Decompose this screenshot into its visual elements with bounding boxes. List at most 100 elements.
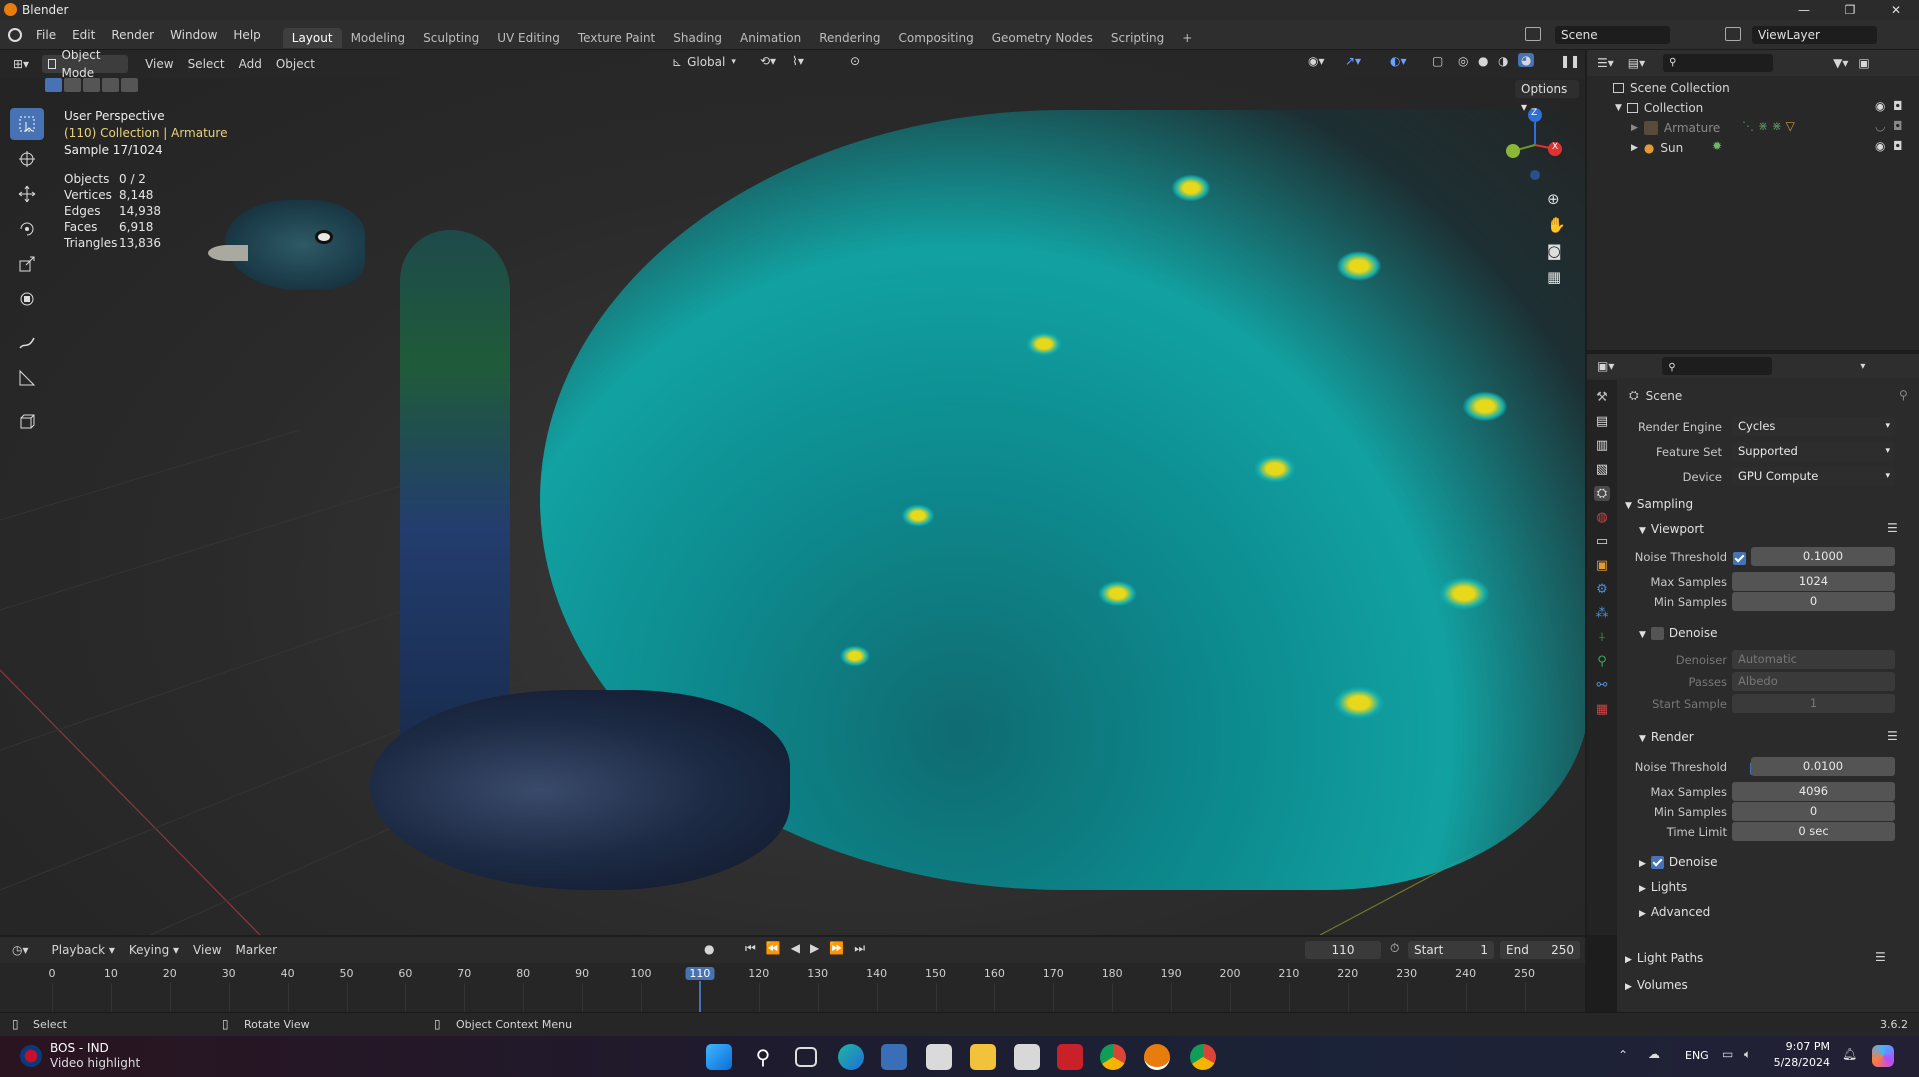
- rendered-shading-icon[interactable]: ◕: [1518, 53, 1535, 67]
- vp-noise-threshold-checkbox[interactable]: [1733, 552, 1746, 565]
- constraints-tab-icon[interactable]: ⚲: [1597, 654, 1607, 669]
- transform-orientation-dropdown[interactable]: ⊾ Global ▾: [672, 55, 736, 69]
- tab-scripting[interactable]: Scripting: [1102, 28, 1173, 48]
- physics-tab-icon[interactable]: ⍭: [1598, 630, 1606, 645]
- select-mode-buttons[interactable]: [45, 78, 138, 92]
- options-dropdown[interactable]: Options ▾: [1515, 80, 1579, 114]
- expand-arrow-icon[interactable]: ▼: [1615, 103, 1622, 113]
- eye-icon[interactable]: ◉: [1875, 139, 1885, 153]
- select-new-icon[interactable]: [45, 78, 62, 92]
- search-icon[interactable]: ⚲: [750, 1044, 776, 1070]
- proportional-edit-icon[interactable]: ⊙: [850, 54, 860, 68]
- current-frame-field[interactable]: 110: [1305, 941, 1381, 959]
- blender-taskbar-icon[interactable]: [1144, 1044, 1170, 1070]
- task-view-icon[interactable]: [795, 1047, 817, 1067]
- tray-chevron-icon[interactable]: ⌃: [1618, 1048, 1628, 1062]
- r-denoise-subpanel-header[interactable]: ▶ Denoise: [1639, 855, 1717, 869]
- expand-arrow-icon[interactable]: ▶: [1631, 123, 1638, 133]
- menu-file[interactable]: File: [28, 28, 64, 42]
- add-workspace-button[interactable]: +: [1173, 28, 1201, 48]
- clock-date[interactable]: 5/28/2024: [1766, 1056, 1830, 1069]
- tab-shading[interactable]: Shading: [664, 28, 731, 48]
- advanced-subpanel-header[interactable]: ▶ Advanced: [1639, 905, 1710, 919]
- list-menu-icon[interactable]: ☰: [1887, 729, 1898, 743]
- viewport-menu-add[interactable]: Add: [232, 55, 269, 73]
- r-noise-threshold-field[interactable]: 0.0100: [1751, 757, 1895, 776]
- file-explorer-icon[interactable]: [970, 1044, 996, 1070]
- outliner-row-armature[interactable]: ▶ Armature ⋱ ⋇ ⋇ ▽ ◡ ◘: [1587, 118, 1919, 138]
- measure-tool-icon[interactable]: [10, 362, 44, 394]
- chevron-down-icon[interactable]: ▾: [1860, 361, 1865, 372]
- collection-tab-icon[interactable]: ▭: [1596, 534, 1608, 549]
- camera-view-icon[interactable]: ◙: [1547, 242, 1566, 260]
- vp-denoise-checkbox[interactable]: [1650, 627, 1664, 640]
- overlay-toggle-icon[interactable]: ◐▾: [1390, 54, 1407, 68]
- chrome-profile-icon[interactable]: [1190, 1044, 1216, 1070]
- menu-render[interactable]: Render: [103, 28, 162, 42]
- eye-hidden-icon[interactable]: ◡: [1875, 119, 1885, 133]
- viewport-menu-object[interactable]: Object: [269, 55, 322, 73]
- tab-layout[interactable]: Layout: [282, 27, 342, 48]
- timeline-editor-icon[interactable]: ◷▾: [12, 943, 29, 957]
- modifier-tab-icon[interactable]: ⚙: [1596, 582, 1608, 597]
- chrome-icon[interactable]: [1100, 1044, 1126, 1070]
- onedrive-icon[interactable]: ☁: [1648, 1047, 1660, 1061]
- feature-set-dropdown[interactable]: Supported ▾: [1732, 442, 1895, 461]
- render-subpanel-header[interactable]: ▼ Render: [1639, 730, 1694, 744]
- snap-icon[interactable]: ⌇▾: [792, 54, 804, 68]
- viewport-menu-select[interactable]: Select: [181, 55, 232, 73]
- scene-name-field[interactable]: Scene: [1555, 26, 1670, 44]
- material-shading-icon[interactable]: ◑: [1498, 54, 1508, 68]
- sampling-panel-header[interactable]: ▼ Sampling: [1625, 497, 1693, 511]
- notification-bell-icon[interactable]: 🔔︎: [1842, 1047, 1857, 1061]
- app-icon[interactable]: [1014, 1044, 1040, 1070]
- pan-hand-icon[interactable]: ✋: [1547, 216, 1566, 234]
- world-tab-icon[interactable]: ◍: [1596, 510, 1607, 525]
- pin-icon[interactable]: ⚲: [1899, 388, 1908, 402]
- outliner-row-collection[interactable]: ▼ Collection ◉ ◘: [1587, 98, 1919, 118]
- annotate-tool-icon[interactable]: [10, 327, 44, 359]
- select-invert-icon[interactable]: [102, 78, 119, 92]
- jump-start-icon[interactable]: ⏮: [745, 941, 756, 956]
- timeline-ruler[interactable]: 0 10 20 30 40 50 60 70 80 90 100 110 120 130 140 150 160…: [0, 963, 1585, 1012]
- viewport-subpanel-header[interactable]: ▼ Viewport: [1639, 522, 1704, 536]
- rotate-tool-icon[interactable]: [10, 213, 44, 245]
- start-frame-field[interactable]: Start 1: [1408, 941, 1494, 959]
- properties-search-input[interactable]: ⚲: [1662, 357, 1773, 375]
- end-frame-field[interactable]: End 250: [1500, 941, 1580, 959]
- xray-toggle-icon[interactable]: ▢: [1432, 54, 1443, 68]
- object-data-tab-icon[interactable]: ⚯: [1597, 678, 1608, 693]
- start-sample-field[interactable]: 1: [1732, 694, 1895, 713]
- solid-shading-icon[interactable]: ●: [1478, 54, 1488, 68]
- jump-end-icon[interactable]: ⏭: [854, 941, 865, 956]
- add-cube-tool-icon[interactable]: [10, 406, 44, 438]
- snipping-tool-icon[interactable]: [881, 1044, 907, 1070]
- timeline-menu-keying[interactable]: Keying ▾: [122, 941, 186, 959]
- store-icon[interactable]: [926, 1044, 952, 1070]
- network-icon[interactable]: ▭: [1722, 1047, 1733, 1061]
- timeline-menu-marker[interactable]: Marker: [229, 941, 284, 959]
- blender-menu-icon[interactable]: [8, 27, 22, 42]
- pause-render-icon[interactable]: ❚❚: [1560, 54, 1580, 68]
- denoiser-dropdown[interactable]: Automatic: [1732, 650, 1895, 669]
- light-paths-panel-header[interactable]: ▶ Light Paths: [1625, 951, 1703, 965]
- next-keyframe-icon[interactable]: ⏩: [829, 941, 844, 956]
- move-tool-icon[interactable]: [10, 178, 44, 210]
- vp-denoise-subpanel-header[interactable]: ▼ Denoise: [1639, 626, 1717, 640]
- select-intersect-icon[interactable]: [121, 78, 138, 92]
- news-widget-title[interactable]: BOS - IND: [50, 1041, 109, 1055]
- minimize-button[interactable]: —: [1781, 0, 1827, 20]
- passes-dropdown[interactable]: Albedo: [1732, 672, 1895, 691]
- select-subtract-icon[interactable]: [83, 78, 100, 92]
- wireframe-shading-icon[interactable]: ◎: [1458, 54, 1468, 68]
- copilot-icon[interactable]: [1872, 1045, 1894, 1067]
- render-engine-dropdown[interactable]: Cycles ▾: [1732, 417, 1895, 436]
- news-widget-icon[interactable]: [20, 1045, 42, 1067]
- view-layer-field[interactable]: ViewLayer: [1752, 26, 1877, 44]
- tab-uv-editing[interactable]: UV Editing: [488, 28, 569, 48]
- outliner-editor-icon[interactable]: ☰▾: [1597, 56, 1614, 70]
- cursor-tool-icon[interactable]: [10, 143, 44, 175]
- scale-tool-icon[interactable]: [10, 248, 44, 280]
- vp-max-samples-field[interactable]: 1024: [1732, 572, 1895, 591]
- menu-edit[interactable]: Edit: [64, 28, 103, 42]
